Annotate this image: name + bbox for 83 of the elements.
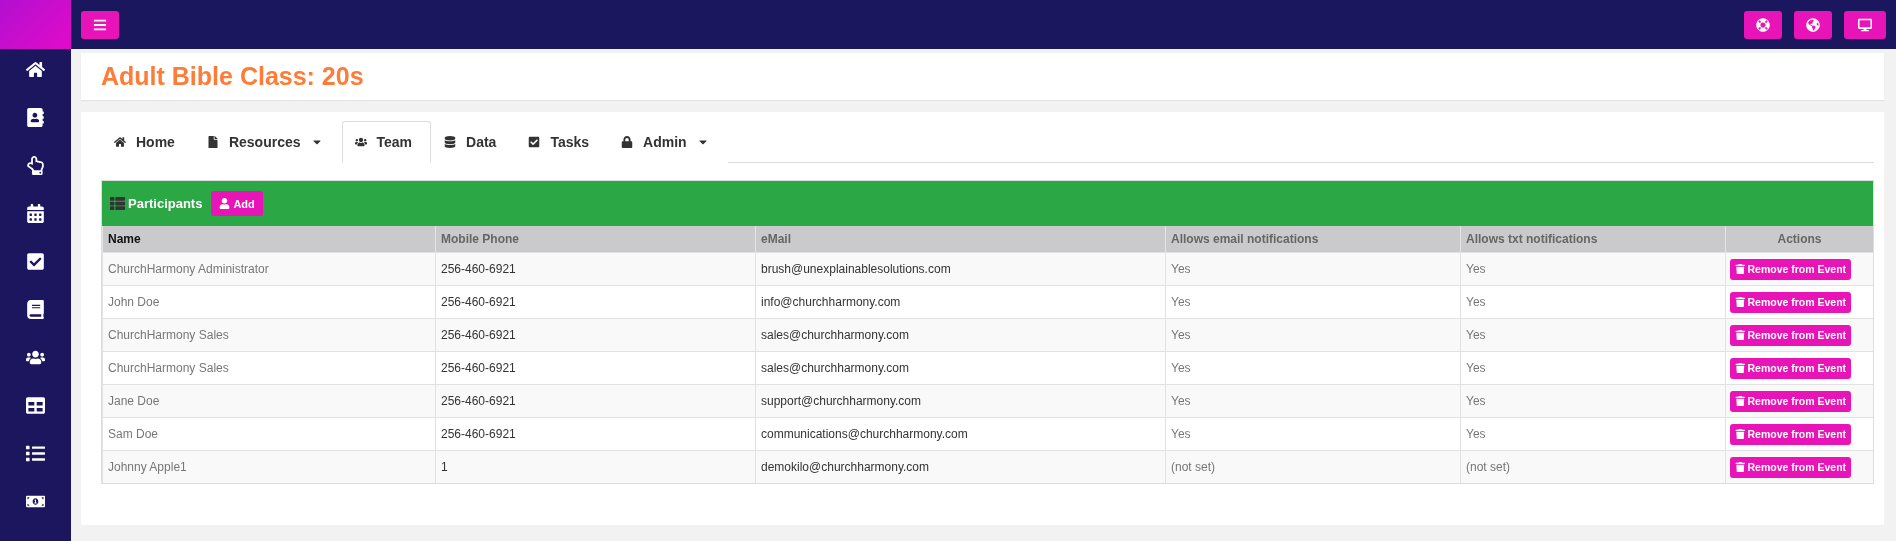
table-cell: Yes	[1165, 417, 1461, 451]
table-cell: Yes	[1460, 318, 1726, 352]
list-icon	[110, 196, 125, 211]
table-cell: brush@unexplainablesolutions.com	[755, 252, 1166, 286]
trash-icon	[1735, 362, 1746, 374]
table-cell: (not set)	[1460, 450, 1726, 483]
table-cell: 256-460-6921	[435, 318, 756, 352]
user-icon	[219, 198, 231, 209]
table-cell: 256-460-6921	[435, 252, 756, 286]
remove-button[interactable]: Remove from Event	[1730, 291, 1852, 313]
globe-icon	[1806, 17, 1820, 32]
table-cell: communications@churchharmony.com	[755, 417, 1166, 451]
table-cell: Yes	[1165, 252, 1461, 286]
contact-book-icon[interactable]	[25, 107, 46, 127]
table-cell: Jane Doe	[102, 384, 436, 418]
column-header: Actions	[1725, 226, 1873, 253]
table-icon[interactable]	[25, 395, 46, 415]
table-cell: 256-460-6921	[435, 285, 756, 319]
add-button[interactable]: Add	[211, 191, 263, 216]
table-cell: info@churchharmony.com	[755, 285, 1166, 319]
home-icon	[114, 136, 126, 148]
remove-button[interactable]: Remove from Event	[1730, 258, 1852, 280]
list-icon[interactable]	[25, 443, 46, 463]
tab[interactable]: Team	[341, 121, 432, 163]
trash-icon	[1735, 263, 1746, 275]
table-cell: John Doe	[102, 285, 436, 319]
table-cell: Yes	[1165, 351, 1461, 385]
file-icon	[206, 136, 219, 148]
remove-button[interactable]: Remove from Event	[1730, 423, 1852, 445]
globe-button[interactable]	[1794, 10, 1832, 39]
table-cell: sales@churchharmony.com	[755, 318, 1166, 352]
remove-button[interactable]: Remove from Event	[1730, 390, 1852, 412]
table-cell: Yes	[1165, 318, 1461, 352]
lock-icon	[621, 136, 634, 148]
remove-button[interactable]: Remove from Event	[1730, 456, 1852, 478]
column-header: Name	[102, 226, 436, 253]
trash-icon	[1735, 461, 1746, 473]
checkbox-icon[interactable]	[25, 251, 46, 271]
life-ring-icon	[1756, 17, 1770, 32]
page-title: Adult Bible Class: 20s	[101, 62, 364, 91]
table-cell: Johnny Apple1	[102, 450, 436, 483]
calendar-icon[interactable]	[25, 203, 46, 223]
table-cell: 1	[435, 450, 756, 483]
trash-icon	[1735, 428, 1746, 440]
database-icon	[444, 136, 457, 148]
table-cell: 256-460-6921	[435, 417, 756, 451]
trash-icon	[1735, 395, 1746, 407]
table-cell: Yes	[1460, 252, 1726, 286]
home-icon[interactable]	[25, 59, 46, 79]
users-icon	[354, 136, 367, 148]
table-cell: ChurchHarmony Sales	[102, 351, 436, 385]
remove-button[interactable]: Remove from Event	[1730, 324, 1852, 346]
table-cell: ChurchHarmony Sales	[102, 318, 436, 352]
table-cell: Yes	[1165, 285, 1461, 319]
column-header: eMail	[755, 226, 1166, 253]
desktop-button[interactable]	[1844, 10, 1886, 39]
table-cell: Sam Doe	[102, 417, 436, 451]
participants-title: Participants	[128, 196, 203, 211]
remove-button[interactable]: Remove from Event	[1730, 357, 1852, 379]
table-cell: Yes	[1165, 384, 1461, 418]
table-cell: 256-460-6921	[435, 351, 756, 385]
column-header: Mobile Phone	[435, 226, 756, 253]
table-cell: Yes	[1460, 285, 1726, 319]
checkbox-icon	[528, 136, 541, 148]
desktop-icon	[1858, 17, 1872, 32]
table-cell: Yes	[1460, 417, 1726, 451]
table-cell: 256-460-6921	[435, 384, 756, 418]
trash-icon	[1735, 329, 1746, 341]
life-ring-button[interactable]	[1744, 10, 1782, 39]
trash-icon	[1735, 296, 1746, 308]
table-cell: Yes	[1460, 384, 1726, 418]
pointing-hand-icon[interactable]	[25, 155, 46, 175]
column-header: Allows txt notifications	[1460, 226, 1726, 253]
table-cell: ChurchHarmony Administrator	[102, 252, 436, 286]
table-cell: demokilo@churchharmony.com	[755, 450, 1166, 483]
table-cell: support@churchharmony.com	[755, 384, 1166, 418]
menu-button[interactable]	[81, 10, 119, 39]
menu-icon	[93, 17, 107, 32]
table-cell: (not set)	[1165, 450, 1461, 483]
column-header: Allows email notifications	[1165, 226, 1461, 253]
book-icon[interactable]	[25, 299, 46, 319]
table-cell: sales@churchharmony.com	[755, 351, 1166, 385]
table-cell: Yes	[1460, 351, 1726, 385]
